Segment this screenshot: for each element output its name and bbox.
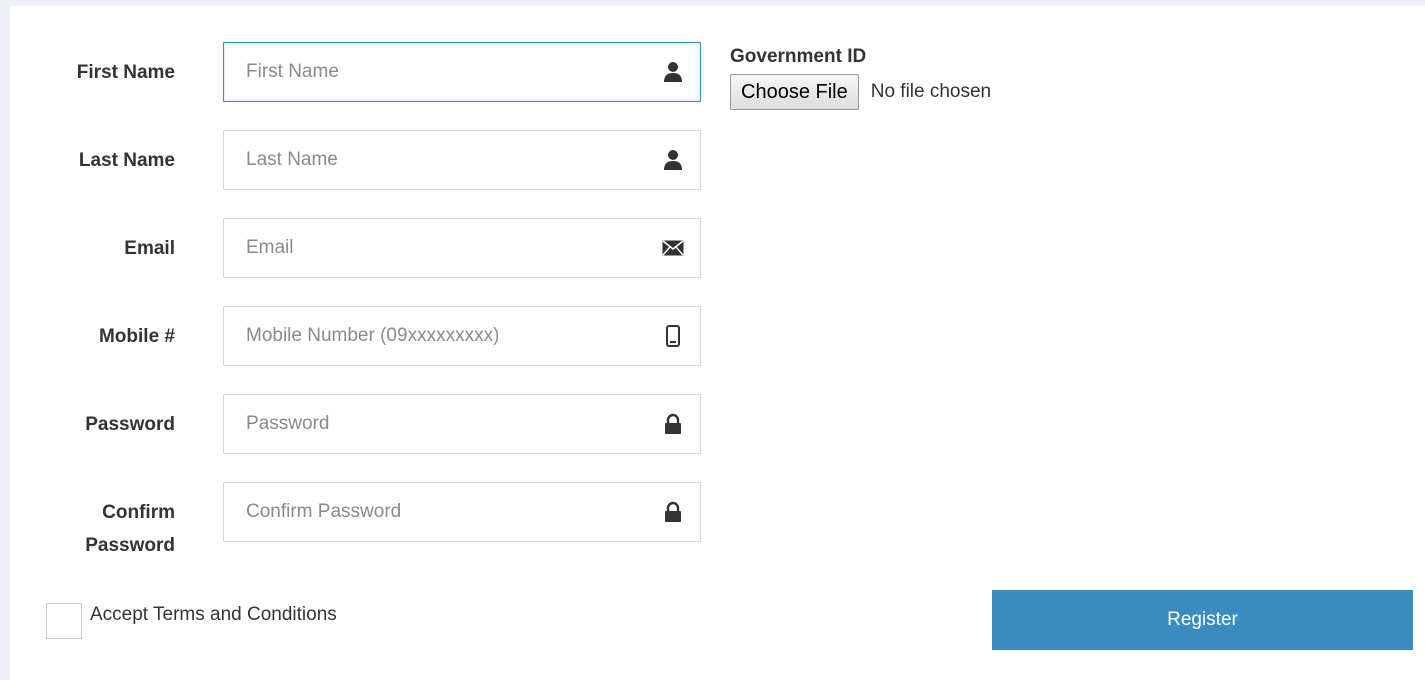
- email-input[interactable]: [224, 219, 666, 277]
- mobile-row: Mobile #: [10, 306, 730, 368]
- confirm-password-label-line1: Confirm: [102, 502, 175, 523]
- mobile-label: Mobile #: [98, 326, 175, 347]
- confirm-password-row: Confirm Password: [10, 482, 730, 572]
- user-icon: [662, 148, 684, 172]
- register-button[interactable]: Register: [992, 590, 1413, 650]
- password-field[interactable]: [223, 394, 701, 454]
- first-name-field[interactable]: [223, 42, 701, 102]
- first-name-input[interactable]: [224, 43, 666, 101]
- last-name-field[interactable]: [223, 130, 701, 190]
- last-name-input[interactable]: [224, 131, 666, 189]
- last-name-label: Last Name: [78, 150, 175, 171]
- password-label: Password: [85, 414, 175, 435]
- confirm-password-input[interactable]: [224, 483, 666, 541]
- first-name-row: First Name: [10, 42, 730, 104]
- password-input[interactable]: [224, 395, 666, 453]
- government-id-group: Government ID Choose File No file chosen: [730, 46, 991, 110]
- email-field[interactable]: [223, 218, 701, 278]
- lock-icon: [662, 412, 684, 436]
- government-id-label: Government ID: [730, 46, 867, 67]
- registration-panel: First Name Last Name Email Mobile #: [10, 6, 1425, 680]
- password-row: Password: [10, 394, 730, 456]
- confirm-password-field[interactable]: [223, 482, 701, 542]
- file-status-text: No file chosen: [870, 81, 992, 102]
- file-input[interactable]: Choose File No file chosen: [730, 74, 991, 110]
- confirm-password-label-line2: Password: [85, 535, 175, 556]
- mobile-input[interactable]: [224, 307, 666, 365]
- terms-checkbox[interactable]: [46, 603, 82, 639]
- confirm-password-label: Confirm Password: [15, 496, 175, 562]
- user-icon: [662, 60, 684, 84]
- envelope-icon: [662, 236, 684, 260]
- first-name-label: First Name: [76, 62, 175, 83]
- terms-label[interactable]: Accept Terms and Conditions: [90, 604, 337, 626]
- mobile-phone-icon: [662, 324, 684, 348]
- last-name-row: Last Name: [10, 130, 730, 192]
- terms-group: Accept Terms and Conditions: [46, 603, 337, 639]
- email-label: Email: [124, 238, 175, 259]
- lock-icon: [662, 500, 684, 524]
- mobile-field[interactable]: [223, 306, 701, 366]
- choose-file-button[interactable]: Choose File: [730, 74, 859, 110]
- email-row: Email: [10, 218, 730, 280]
